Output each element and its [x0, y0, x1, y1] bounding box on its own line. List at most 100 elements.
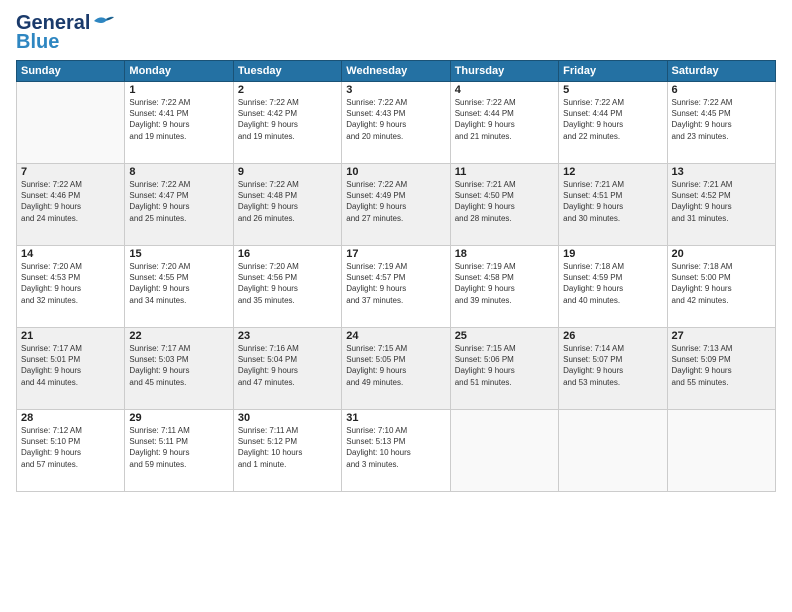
calendar-cell: 29Sunrise: 7:11 AM Sunset: 5:11 PM Dayli… [125, 410, 233, 492]
calendar-cell: 3Sunrise: 7:22 AM Sunset: 4:43 PM Daylig… [342, 82, 450, 164]
calendar-cell: 4Sunrise: 7:22 AM Sunset: 4:44 PM Daylig… [450, 82, 558, 164]
day-number: 11 [455, 166, 554, 178]
calendar-cell: 5Sunrise: 7:22 AM Sunset: 4:44 PM Daylig… [559, 82, 667, 164]
day-number: 28 [21, 412, 120, 424]
calendar-cell: 15Sunrise: 7:20 AM Sunset: 4:55 PM Dayli… [125, 246, 233, 328]
logo-blue: Blue [16, 31, 59, 54]
day-number: 16 [238, 248, 337, 260]
day-info: Sunrise: 7:16 AM Sunset: 5:04 PM Dayligh… [238, 343, 337, 388]
calendar-cell: 27Sunrise: 7:13 AM Sunset: 5:09 PM Dayli… [667, 328, 775, 410]
calendar-cell: 10Sunrise: 7:22 AM Sunset: 4:49 PM Dayli… [342, 164, 450, 246]
day-info: Sunrise: 7:18 AM Sunset: 4:59 PM Dayligh… [563, 261, 662, 306]
day-number: 12 [563, 166, 662, 178]
day-info: Sunrise: 7:22 AM Sunset: 4:43 PM Dayligh… [346, 97, 445, 142]
weekday-header-tuesday: Tuesday [233, 61, 341, 82]
day-info: Sunrise: 7:21 AM Sunset: 4:50 PM Dayligh… [455, 179, 554, 224]
day-info: Sunrise: 7:13 AM Sunset: 5:09 PM Dayligh… [672, 343, 771, 388]
day-number: 31 [346, 412, 445, 424]
day-info: Sunrise: 7:18 AM Sunset: 5:00 PM Dayligh… [672, 261, 771, 306]
day-number: 15 [129, 248, 228, 260]
day-number: 6 [672, 84, 771, 96]
day-number: 10 [346, 166, 445, 178]
day-info: Sunrise: 7:22 AM Sunset: 4:46 PM Dayligh… [21, 179, 120, 224]
week-row-5: 28Sunrise: 7:12 AM Sunset: 5:10 PM Dayli… [17, 410, 776, 492]
day-info: Sunrise: 7:20 AM Sunset: 4:55 PM Dayligh… [129, 261, 228, 306]
day-info: Sunrise: 7:22 AM Sunset: 4:44 PM Dayligh… [455, 97, 554, 142]
calendar-cell [667, 410, 775, 492]
day-number: 23 [238, 330, 337, 342]
day-number: 27 [672, 330, 771, 342]
logo: General Blue [16, 12, 114, 54]
day-number: 9 [238, 166, 337, 178]
day-number: 19 [563, 248, 662, 260]
day-info: Sunrise: 7:15 AM Sunset: 5:06 PM Dayligh… [455, 343, 554, 388]
calendar-cell: 30Sunrise: 7:11 AM Sunset: 5:12 PM Dayli… [233, 410, 341, 492]
calendar-cell: 25Sunrise: 7:15 AM Sunset: 5:06 PM Dayli… [450, 328, 558, 410]
calendar-cell: 6Sunrise: 7:22 AM Sunset: 4:45 PM Daylig… [667, 82, 775, 164]
day-info: Sunrise: 7:14 AM Sunset: 5:07 PM Dayligh… [563, 343, 662, 388]
day-number: 20 [672, 248, 771, 260]
day-info: Sunrise: 7:17 AM Sunset: 5:03 PM Dayligh… [129, 343, 228, 388]
day-number: 2 [238, 84, 337, 96]
day-number: 22 [129, 330, 228, 342]
day-info: Sunrise: 7:19 AM Sunset: 4:58 PM Dayligh… [455, 261, 554, 306]
day-info: Sunrise: 7:22 AM Sunset: 4:45 PM Dayligh… [672, 97, 771, 142]
day-number: 26 [563, 330, 662, 342]
week-row-3: 14Sunrise: 7:20 AM Sunset: 4:53 PM Dayli… [17, 246, 776, 328]
day-number: 7 [21, 166, 120, 178]
calendar-cell: 1Sunrise: 7:22 AM Sunset: 4:41 PM Daylig… [125, 82, 233, 164]
calendar-cell: 28Sunrise: 7:12 AM Sunset: 5:10 PM Dayli… [17, 410, 125, 492]
day-info: Sunrise: 7:22 AM Sunset: 4:41 PM Dayligh… [129, 97, 228, 142]
calendar-cell: 7Sunrise: 7:22 AM Sunset: 4:46 PM Daylig… [17, 164, 125, 246]
weekday-header-saturday: Saturday [667, 61, 775, 82]
calendar-cell: 12Sunrise: 7:21 AM Sunset: 4:51 PM Dayli… [559, 164, 667, 246]
week-row-2: 7Sunrise: 7:22 AM Sunset: 4:46 PM Daylig… [17, 164, 776, 246]
calendar-cell: 21Sunrise: 7:17 AM Sunset: 5:01 PM Dayli… [17, 328, 125, 410]
calendar-cell: 22Sunrise: 7:17 AM Sunset: 5:03 PM Dayli… [125, 328, 233, 410]
calendar-cell [450, 410, 558, 492]
calendar-cell: 18Sunrise: 7:19 AM Sunset: 4:58 PM Dayli… [450, 246, 558, 328]
day-number: 21 [21, 330, 120, 342]
calendar-cell: 17Sunrise: 7:19 AM Sunset: 4:57 PM Dayli… [342, 246, 450, 328]
day-number: 14 [21, 248, 120, 260]
day-number: 17 [346, 248, 445, 260]
calendar-cell: 24Sunrise: 7:15 AM Sunset: 5:05 PM Dayli… [342, 328, 450, 410]
day-info: Sunrise: 7:22 AM Sunset: 4:44 PM Dayligh… [563, 97, 662, 142]
day-info: Sunrise: 7:11 AM Sunset: 5:12 PM Dayligh… [238, 425, 337, 470]
calendar-cell: 8Sunrise: 7:22 AM Sunset: 4:47 PM Daylig… [125, 164, 233, 246]
calendar-cell: 11Sunrise: 7:21 AM Sunset: 4:50 PM Dayli… [450, 164, 558, 246]
day-info: Sunrise: 7:20 AM Sunset: 4:53 PM Dayligh… [21, 261, 120, 306]
weekday-header-wednesday: Wednesday [342, 61, 450, 82]
day-info: Sunrise: 7:22 AM Sunset: 4:47 PM Dayligh… [129, 179, 228, 224]
calendar-cell: 14Sunrise: 7:20 AM Sunset: 4:53 PM Dayli… [17, 246, 125, 328]
day-number: 13 [672, 166, 771, 178]
calendar-cell: 19Sunrise: 7:18 AM Sunset: 4:59 PM Dayli… [559, 246, 667, 328]
calendar-cell: 26Sunrise: 7:14 AM Sunset: 5:07 PM Dayli… [559, 328, 667, 410]
day-number: 4 [455, 84, 554, 96]
day-info: Sunrise: 7:22 AM Sunset: 4:48 PM Dayligh… [238, 179, 337, 224]
day-number: 29 [129, 412, 228, 424]
day-info: Sunrise: 7:19 AM Sunset: 4:57 PM Dayligh… [346, 261, 445, 306]
calendar-cell: 9Sunrise: 7:22 AM Sunset: 4:48 PM Daylig… [233, 164, 341, 246]
day-info: Sunrise: 7:21 AM Sunset: 4:51 PM Dayligh… [563, 179, 662, 224]
day-info: Sunrise: 7:10 AM Sunset: 5:13 PM Dayligh… [346, 425, 445, 470]
weekday-header-row: SundayMondayTuesdayWednesdayThursdayFrid… [17, 61, 776, 82]
day-info: Sunrise: 7:11 AM Sunset: 5:11 PM Dayligh… [129, 425, 228, 470]
weekday-header-thursday: Thursday [450, 61, 558, 82]
calendar-cell: 2Sunrise: 7:22 AM Sunset: 4:42 PM Daylig… [233, 82, 341, 164]
day-info: Sunrise: 7:12 AM Sunset: 5:10 PM Dayligh… [21, 425, 120, 470]
day-number: 30 [238, 412, 337, 424]
day-number: 8 [129, 166, 228, 178]
day-number: 1 [129, 84, 228, 96]
day-number: 25 [455, 330, 554, 342]
weekday-header-monday: Monday [125, 61, 233, 82]
day-info: Sunrise: 7:22 AM Sunset: 4:49 PM Dayligh… [346, 179, 445, 224]
day-info: Sunrise: 7:17 AM Sunset: 5:01 PM Dayligh… [21, 343, 120, 388]
calendar-cell: 23Sunrise: 7:16 AM Sunset: 5:04 PM Dayli… [233, 328, 341, 410]
calendar-cell: 20Sunrise: 7:18 AM Sunset: 5:00 PM Dayli… [667, 246, 775, 328]
day-number: 5 [563, 84, 662, 96]
day-number: 3 [346, 84, 445, 96]
week-row-4: 21Sunrise: 7:17 AM Sunset: 5:01 PM Dayli… [17, 328, 776, 410]
header: General Blue [16, 12, 776, 54]
calendar-cell: 13Sunrise: 7:21 AM Sunset: 4:52 PM Dayli… [667, 164, 775, 246]
